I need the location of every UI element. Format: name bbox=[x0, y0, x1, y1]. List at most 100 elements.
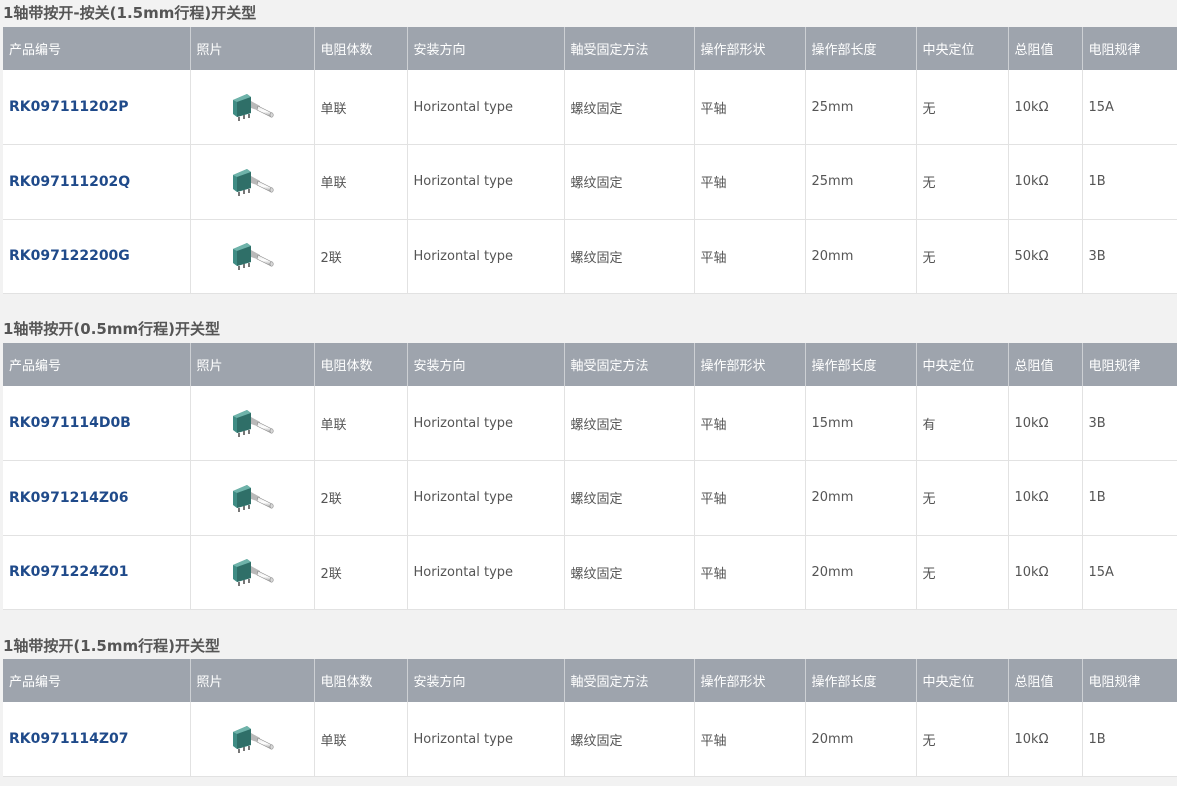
column-header-photo: 照片 bbox=[190, 343, 315, 386]
product-number-link[interactable]: RK097111202Q bbox=[3, 144, 191, 220]
section-title: 1轴带按开(1.5mm行程)开关型 bbox=[3, 637, 220, 655]
cell-total-resistance: 10kΩ bbox=[1008, 144, 1083, 220]
cell-gang-count: 单联 bbox=[314, 386, 408, 461]
cell-total-resistance: 10kΩ bbox=[1008, 535, 1083, 610]
column-header-mount-direction: 安装方向 bbox=[407, 343, 565, 386]
table-header-row: 产品编号 照片 电阻体数 安装方向 軸受固定方法 操作部形状 操作部长度 中央定位 总阻值 电阻规… bbox=[3, 27, 1177, 70]
cell-mount-direction: Horizontal type bbox=[407, 460, 565, 536]
cell-bearing-method: 螺纹固定 bbox=[564, 386, 695, 461]
column-header-gang-count: 电阻体数 bbox=[314, 659, 408, 702]
product-photo[interactable] bbox=[190, 70, 315, 145]
column-header-bearing-method: 軸受固定方法 bbox=[564, 659, 695, 702]
column-header-mount-direction: 安装方向 bbox=[407, 659, 565, 702]
product-photo[interactable] bbox=[190, 535, 315, 610]
product-photo[interactable] bbox=[190, 219, 315, 294]
table-header-row: 产品编号 照片 电阻体数 安装方向 軸受固定方法 操作部形状 操作部长度 中央定位 总阻值 电阻规… bbox=[3, 659, 1177, 702]
cell-center-detent: 无 bbox=[916, 70, 1009, 145]
column-header-product-number: 产品编号 bbox=[3, 27, 191, 70]
cell-shaft-shape: 平轴 bbox=[694, 144, 806, 220]
cell-mount-direction: Horizontal type bbox=[407, 144, 565, 220]
table-row: RK0971114D0B 单联 Horizontal type 螺纹固定 平轴 15mm 有… bbox=[3, 386, 1177, 461]
table-row: RK097111202Q 单联 Horizontal type 螺纹固定 平轴 25mm 无… bbox=[3, 144, 1177, 220]
cell-gang-count: 2联 bbox=[314, 535, 408, 610]
cell-shaft-length: 20mm bbox=[805, 702, 917, 777]
product-photo[interactable] bbox=[190, 460, 315, 536]
cell-shaft-length: 15mm bbox=[805, 386, 917, 461]
cell-taper: 1B bbox=[1082, 144, 1177, 220]
cell-shaft-shape: 平轴 bbox=[694, 460, 806, 536]
column-header-shaft-shape: 操作部形状 bbox=[694, 343, 806, 386]
column-header-product-number: 产品编号 bbox=[3, 659, 191, 702]
cell-taper: 1B bbox=[1082, 702, 1177, 777]
cell-taper: 1B bbox=[1082, 460, 1177, 536]
product-number-link[interactable]: RK0971114D0B bbox=[3, 386, 191, 461]
spec-table: 产品编号 照片 电阻体数 安装方向 軸受固定方法 操作部形状 操作部长度 中央定位 总阻值 电阻规… bbox=[3, 27, 1177, 294]
potentiometer-photo-icon bbox=[233, 559, 274, 587]
product-number-link[interactable]: RK0971114Z07 bbox=[3, 702, 191, 777]
cell-total-resistance: 10kΩ bbox=[1008, 460, 1083, 536]
potentiometer-photo-icon bbox=[233, 726, 274, 753]
column-header-shaft-shape: 操作部形状 bbox=[694, 659, 806, 702]
cell-bearing-method: 螺纹固定 bbox=[564, 460, 695, 536]
cell-gang-count: 单联 bbox=[314, 702, 408, 777]
cell-gang-count: 单联 bbox=[314, 144, 408, 220]
table-header-row: 产品编号 照片 电阻体数 安装方向 軸受固定方法 操作部形状 操作部长度 中央定位 总阻值 电阻规… bbox=[3, 343, 1177, 386]
column-header-taper: 电阻规律 bbox=[1082, 27, 1177, 70]
column-header-bearing-method: 軸受固定方法 bbox=[564, 27, 695, 70]
cell-shaft-length: 25mm bbox=[805, 144, 917, 220]
product-photo[interactable] bbox=[190, 386, 315, 461]
potentiometer-photo-icon bbox=[233, 410, 274, 437]
column-header-product-number: 产品编号 bbox=[3, 343, 191, 386]
section-title: 1轴带按开-按关(1.5mm行程)开关型 bbox=[3, 4, 257, 22]
cell-bearing-method: 螺纹固定 bbox=[564, 70, 695, 145]
column-header-mount-direction: 安装方向 bbox=[407, 27, 565, 70]
product-photo[interactable] bbox=[190, 702, 315, 777]
column-header-total-resistance: 总阻值 bbox=[1008, 27, 1083, 70]
cell-shaft-length: 20mm bbox=[805, 535, 917, 610]
product-number-link[interactable]: RK0971224Z01 bbox=[3, 535, 191, 610]
product-number-link[interactable]: RK097122200G bbox=[3, 219, 191, 294]
cell-total-resistance: 10kΩ bbox=[1008, 702, 1083, 777]
column-header-taper: 电阻规律 bbox=[1082, 343, 1177, 386]
cell-mount-direction: Horizontal type bbox=[407, 386, 565, 461]
column-header-total-resistance: 总阻值 bbox=[1008, 659, 1083, 702]
column-header-center-detent: 中央定位 bbox=[916, 659, 1009, 702]
product-photo[interactable] bbox=[190, 144, 315, 220]
cell-shaft-length: 20mm bbox=[805, 219, 917, 294]
product-number-link[interactable]: RK097111202P bbox=[3, 70, 191, 145]
cell-mount-direction: Horizontal type bbox=[407, 70, 565, 145]
cell-shaft-shape: 平轴 bbox=[694, 386, 806, 461]
product-number-link[interactable]: RK0971214Z06 bbox=[3, 460, 191, 536]
cell-shaft-shape: 平轴 bbox=[694, 702, 806, 777]
column-header-gang-count: 电阻体数 bbox=[314, 27, 408, 70]
cell-taper: 15A bbox=[1082, 70, 1177, 145]
table-row: RK0971224Z01 2联 Horizontal type 螺纹固定 平轴 20mm 无… bbox=[3, 535, 1177, 610]
cell-shaft-shape: 平轴 bbox=[694, 219, 806, 294]
table-row: RK097111202P 单联 Horizontal type 螺纹固定 平轴 25mm 无… bbox=[3, 70, 1177, 145]
cell-center-detent: 有 bbox=[916, 386, 1009, 461]
cell-center-detent: 无 bbox=[916, 460, 1009, 536]
potentiometer-photo-icon bbox=[233, 168, 274, 196]
column-header-center-detent: 中央定位 bbox=[916, 27, 1009, 70]
column-header-shaft-length: 操作部长度 bbox=[805, 343, 917, 386]
cell-total-resistance: 10kΩ bbox=[1008, 386, 1083, 461]
table-row: RK0971214Z06 2联 Horizontal type 螺纹固定 平轴 20mm 无… bbox=[3, 460, 1177, 536]
column-header-photo: 照片 bbox=[190, 659, 315, 702]
cell-mount-direction: Horizontal type bbox=[407, 702, 565, 777]
column-header-gang-count: 电阻体数 bbox=[314, 343, 408, 386]
cell-center-detent: 无 bbox=[916, 535, 1009, 610]
cell-gang-count: 单联 bbox=[314, 70, 408, 145]
cell-shaft-length: 20mm bbox=[805, 460, 917, 536]
cell-bearing-method: 螺纹固定 bbox=[564, 535, 695, 610]
spec-table: 产品编号 照片 电阻体数 安装方向 軸受固定方法 操作部形状 操作部长度 中央定位 总阻值 电阻规… bbox=[3, 343, 1177, 610]
spec-table: 产品编号 照片 电阻体数 安装方向 軸受固定方法 操作部形状 操作部长度 中央定位 总阻值 电阻规… bbox=[3, 659, 1177, 777]
cell-taper: 3B bbox=[1082, 219, 1177, 294]
column-header-shaft-shape: 操作部形状 bbox=[694, 27, 806, 70]
cell-taper: 3B bbox=[1082, 386, 1177, 461]
table-row: RK097122200G 2联 Horizontal type 螺纹固定 平轴 20mm 无… bbox=[3, 219, 1177, 294]
table-row: RK0971114Z07 单联 Horizontal type 螺纹固定 平轴 20mm 无… bbox=[3, 702, 1177, 777]
cell-center-detent: 无 bbox=[916, 144, 1009, 220]
cell-center-detent: 无 bbox=[916, 702, 1009, 777]
cell-shaft-shape: 平轴 bbox=[694, 535, 806, 610]
cell-gang-count: 2联 bbox=[314, 460, 408, 536]
